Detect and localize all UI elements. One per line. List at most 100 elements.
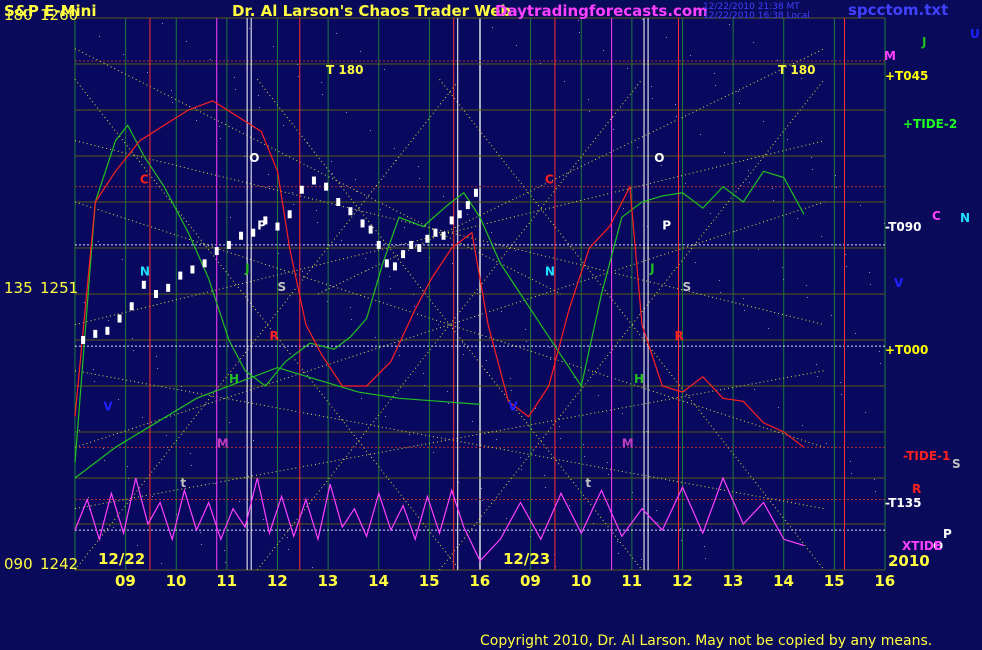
star-dot — [641, 559, 642, 560]
price-bar — [409, 240, 414, 249]
x-tick-label: 11 — [216, 572, 237, 590]
price-bar — [117, 314, 122, 323]
star-dot — [322, 94, 323, 95]
star-dot — [661, 165, 662, 166]
star-dot — [875, 491, 876, 492]
star-dot — [438, 324, 439, 325]
star-dot — [569, 505, 570, 506]
star-dot — [327, 301, 328, 302]
star-dot — [651, 86, 652, 87]
star-dot — [754, 389, 755, 390]
star-dot — [846, 266, 847, 267]
star-dot — [773, 200, 774, 201]
star-dot — [162, 23, 163, 24]
star-dot — [685, 183, 686, 184]
star-dot — [787, 139, 788, 140]
star-dot — [777, 60, 778, 61]
star-dot — [744, 310, 745, 311]
star-dot — [273, 46, 274, 47]
price-bar — [105, 326, 110, 335]
star-dot — [753, 42, 754, 43]
right-label-tide1: -TIDE-1 — [903, 449, 950, 463]
star-dot — [157, 368, 158, 369]
star-dot — [336, 33, 337, 34]
event-marker-n: N — [545, 265, 555, 279]
star-dot — [423, 373, 424, 374]
star-dot — [118, 399, 119, 400]
star-dot — [384, 69, 385, 70]
right-label-t000: +T000 — [885, 343, 928, 357]
star-dot — [792, 346, 793, 347]
x-tick-label: 15 — [419, 572, 440, 590]
star-dot — [550, 359, 551, 360]
star-dot — [366, 270, 367, 271]
timestamp-2: 12/22/2010 16:38 Local — [703, 11, 810, 21]
star-dot — [472, 421, 473, 422]
event-marker-t: t — [585, 476, 591, 490]
star-dot — [317, 222, 318, 223]
star-dot — [579, 32, 580, 33]
star-dot — [676, 116, 677, 117]
star-dot — [220, 138, 221, 139]
star-dot — [720, 292, 721, 293]
price-bar — [441, 231, 446, 240]
star-dot — [215, 483, 216, 484]
price-bar — [226, 240, 231, 249]
star-dot — [176, 514, 177, 515]
star-dot — [623, 208, 624, 209]
star-dot — [714, 73, 715, 74]
right-label-t135: -T135 — [885, 496, 921, 510]
price-bar — [311, 176, 316, 185]
star-dot — [234, 77, 235, 78]
star-dot — [545, 487, 546, 488]
star-dot — [137, 545, 138, 546]
price-bar — [360, 219, 365, 228]
right-label-m: M — [884, 49, 896, 63]
star-dot — [486, 360, 487, 361]
star-dot — [627, 68, 628, 69]
star-dot — [840, 382, 841, 383]
price-bar — [348, 207, 353, 216]
star-dot — [467, 214, 468, 215]
star-dot — [142, 417, 143, 418]
star-dot — [133, 350, 134, 351]
star-dot — [443, 196, 444, 197]
star-dot — [156, 356, 157, 357]
star-dot — [409, 434, 410, 435]
star-dot — [598, 395, 599, 396]
x-tick-label: 15 — [824, 572, 845, 590]
star-dot — [583, 444, 584, 445]
star-dot — [593, 523, 594, 524]
star-dot — [715, 85, 716, 86]
star-dot — [235, 89, 236, 90]
star-dot — [341, 240, 342, 241]
price-bar — [166, 283, 171, 292]
price-bar — [81, 336, 86, 344]
star-dot — [88, 497, 89, 498]
star-dot — [79, 430, 80, 431]
star-dot — [210, 59, 211, 60]
price-bar — [384, 259, 389, 268]
star-dot — [506, 518, 507, 519]
star-dot — [695, 262, 696, 263]
event-marker-p: P — [662, 219, 671, 233]
star-dot — [298, 76, 299, 77]
star-dot — [190, 453, 191, 454]
star-dot — [826, 443, 827, 444]
star-dot — [161, 563, 162, 564]
star-dot — [496, 439, 497, 440]
star-dot — [278, 253, 279, 254]
t180-label-2: T 180 — [778, 63, 815, 77]
star-dot — [511, 390, 512, 391]
star-dot — [652, 98, 653, 99]
right-label-xtide: XTIDE — [902, 539, 942, 553]
star-dot — [510, 378, 511, 379]
star-dot — [258, 95, 259, 96]
star-dot — [690, 55, 691, 56]
star-dot — [414, 306, 415, 307]
star-dot — [816, 364, 817, 365]
star-dot — [424, 385, 425, 386]
event-marker-r: R — [269, 329, 278, 343]
star-dot — [428, 245, 429, 246]
star-dot — [302, 271, 303, 272]
